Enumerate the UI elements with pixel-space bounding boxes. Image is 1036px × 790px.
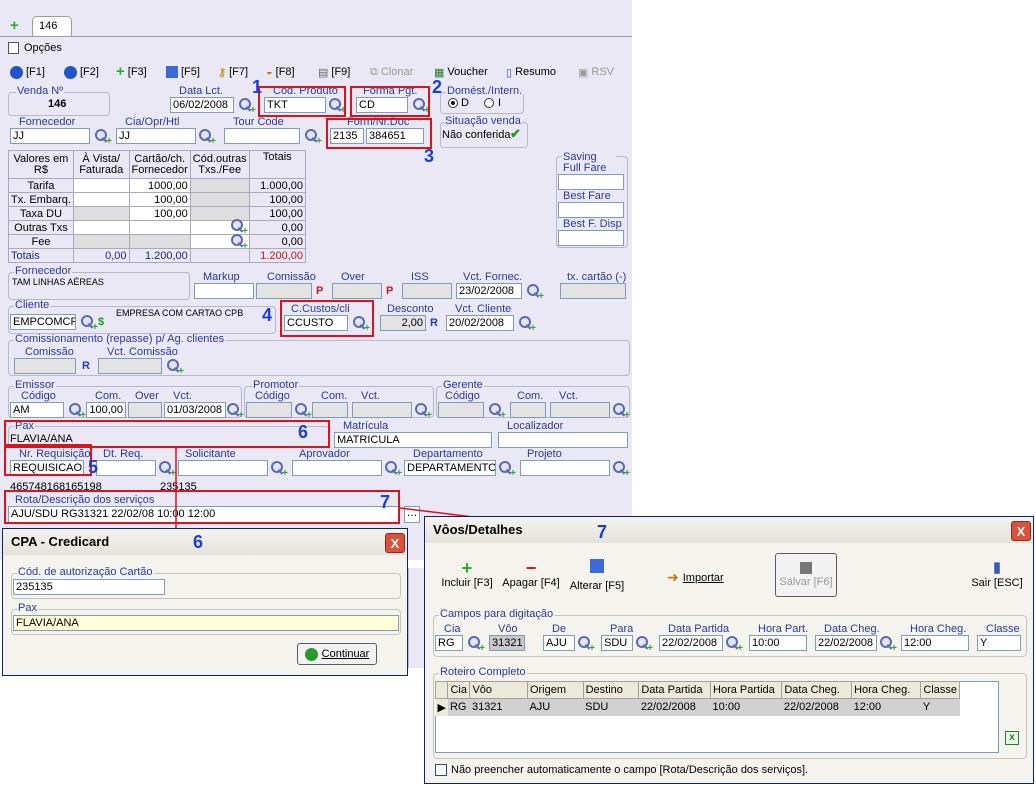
cell-cia: RG (447, 698, 470, 716)
data-cheg-lookup-icon[interactable]: + (879, 635, 897, 654)
col-cia[interactable]: Cia (447, 681, 471, 699)
cell-data-cheg: 22/02/2008 (781, 698, 852, 716)
voos-close-button[interactable]: X (1011, 521, 1031, 541)
col-destino[interactable]: Destino (582, 681, 640, 699)
continuar-label: Continuar (321, 648, 370, 660)
hora-cheg-label: Hora Cheg. (909, 623, 968, 635)
cpa-pax-field[interactable]: FLAVIA/ANA (13, 615, 399, 631)
cell-voo: 31321 (469, 698, 528, 716)
cia-field[interactable]: RG (435, 635, 463, 651)
classe-label: Classe (985, 623, 1021, 635)
para-field[interactable]: SDU (601, 635, 633, 651)
cell-classe: Y (920, 698, 960, 716)
col-origem[interactable]: Origem (526, 681, 584, 699)
incluir-button[interactable]: + Incluir [F3] (441, 559, 493, 589)
data-partida-label: Data Partida (667, 623, 731, 635)
cpa-dialog: CPA - Credicard 6 X Cód. de autorização … (2, 528, 408, 676)
data-partida-lookup-icon[interactable]: + (725, 635, 743, 654)
auto-fill-checkbox-label: Não preencher automaticamente o campo [R… (451, 764, 809, 776)
classe-field[interactable]: Y (977, 635, 1021, 651)
cia-lookup-icon[interactable]: + (467, 635, 485, 654)
hora-part-label: Hora Part. (757, 623, 810, 635)
roteiro-table: Cia Vôo Origem Destino Data Partida Hora… (434, 681, 960, 716)
voo-field[interactable]: 31321 (489, 635, 525, 651)
de-field[interactable]: AJU (543, 635, 575, 651)
remove-icon: − (525, 558, 537, 578)
cpa-cod-field[interactable]: 235135 (13, 579, 165, 595)
cpa-pax-label: Pax (17, 602, 38, 614)
save-disk-icon (800, 562, 812, 574)
apagar-button[interactable]: − Apagar [F4] (501, 559, 561, 589)
cell-hora-cheg: 12:00 (851, 698, 921, 716)
cpa-cod-label: Cód. de autorização Cartão (17, 566, 154, 578)
add-icon: + (461, 558, 473, 578)
callout-7b: 7 (597, 522, 608, 542)
de-lookup-icon[interactable]: + (577, 635, 595, 654)
go-arrow-icon (304, 647, 318, 661)
cell-data-partida: 22/02/2008 (638, 698, 711, 716)
voo-label: Vôo (497, 623, 519, 635)
voos-dialog: Vôos/Detalhes 7 X + Incluir [F3] − Apaga… (424, 516, 1034, 784)
cell-destino: SDU (583, 698, 639, 716)
salvar-button[interactable]: Salvar [F6] (775, 553, 837, 597)
col-classe[interactable]: Classe (920, 681, 960, 699)
hora-part-field[interactable]: 10:00 (749, 635, 807, 651)
import-icon: ➜ (667, 569, 679, 585)
col-hora-cheg[interactable]: Hora Cheg. (851, 681, 922, 699)
importar-button[interactable]: ➜ Importar (667, 569, 733, 586)
edit-icon (590, 559, 604, 573)
voos-title: Vôos/Detalhes (425, 517, 1033, 543)
exit-door-icon: ▮ (992, 559, 1002, 576)
col-data-cheg[interactable]: Data Cheg. (781, 681, 853, 699)
excel-export-icon[interactable]: x (1005, 731, 1019, 745)
hora-cheg-field[interactable]: 12:00 (901, 635, 969, 651)
data-cheg-field[interactable]: 22/02/2008 (815, 635, 877, 651)
continuar-button[interactable]: Continuar (297, 643, 377, 665)
cpa-title: CPA - Credicard (3, 529, 407, 555)
para-lookup-icon[interactable]: + (635, 635, 653, 654)
roteiro-label: Roteiro Completo (439, 666, 527, 678)
campos-label: Campos para digitação (439, 608, 555, 620)
cpa-close-button[interactable]: X (385, 533, 405, 553)
table-row[interactable]: ▶ RG 31321 AJU SDU 22/02/2008 10:00 22/0… (435, 698, 960, 716)
alterar-button[interactable]: Alterar [F5] (567, 559, 627, 592)
col-data-partida[interactable]: Data Partida (638, 681, 712, 699)
main-window-edge (408, 568, 424, 668)
col-voo[interactable]: Vôo (469, 681, 528, 699)
para-label: Para (609, 623, 635, 635)
cell-origem: AJU (527, 698, 584, 716)
row-pointer-icon: ▶ (435, 698, 448, 716)
cia-label: Cia (443, 623, 462, 635)
de-label: De (551, 623, 568, 635)
row-indicator-header (434, 681, 449, 699)
col-hora-partida[interactable]: Hora Partida (710, 681, 783, 699)
data-partida-field[interactable]: 22/02/2008 (659, 635, 723, 651)
auto-fill-checkbox[interactable] (435, 764, 447, 776)
data-cheg-label: Data Cheg. (823, 623, 881, 635)
cell-hora-partida: 10:00 (710, 698, 782, 716)
sair-button[interactable]: ▮ Sair [ESC] (969, 559, 1025, 589)
callout-6b: 6 (193, 532, 204, 552)
